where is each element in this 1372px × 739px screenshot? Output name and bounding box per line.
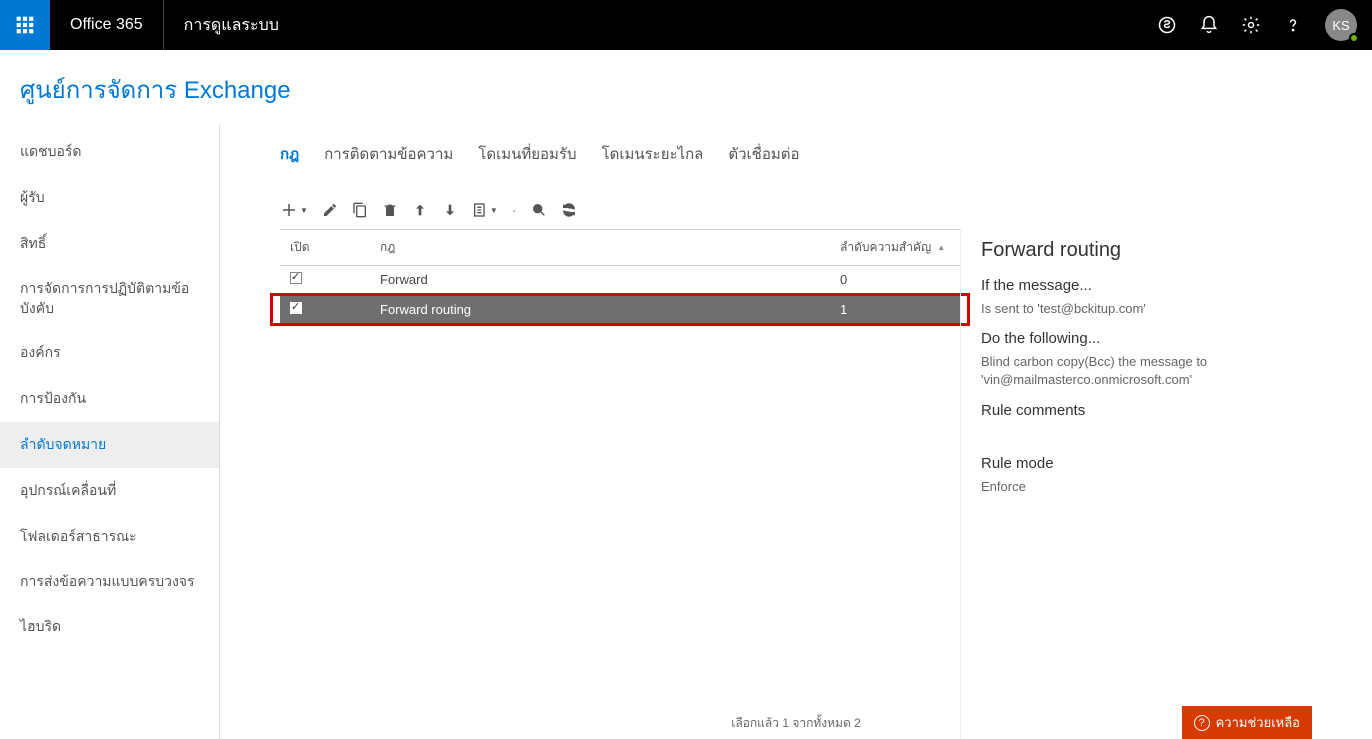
rule-priority-cell: 0 bbox=[830, 266, 960, 293]
waffle-icon bbox=[15, 15, 35, 35]
topbar-actions: KS bbox=[1157, 9, 1372, 41]
move-up-button[interactable] bbox=[412, 202, 428, 218]
highlighted-row-marker: Forward routing1 bbox=[270, 293, 970, 326]
delete-button[interactable] bbox=[382, 202, 398, 218]
sidebar-item-2[interactable]: สิทธิ์ bbox=[0, 221, 219, 267]
column-header-rule[interactable]: กฎ bbox=[370, 230, 830, 265]
details-do-title: Do the following... bbox=[981, 330, 1352, 347]
tab-1[interactable]: การติดตามข้อความ bbox=[324, 142, 453, 166]
sort-ascending-icon: ▲ bbox=[937, 243, 945, 252]
sidebar-item-0[interactable]: แดชบอร์ด bbox=[0, 129, 219, 175]
table-header: เปิด กฎ ลำดับความสำคัญ ▲ bbox=[280, 229, 960, 266]
table-row[interactable]: Forward routing1 bbox=[280, 296, 960, 323]
rules-table: เปิด กฎ ลำดับความสำคัญ ▲ Forward0Forward… bbox=[280, 229, 960, 739]
brand-label[interactable]: Office 365 bbox=[50, 0, 164, 50]
rule-name-cell: Forward routing bbox=[370, 296, 830, 323]
sidebar-item-7[interactable]: อุปกรณ์เคลื่อนที่ bbox=[0, 468, 219, 514]
rule-enabled-checkbox[interactable] bbox=[290, 302, 302, 314]
help-badge-icon: ? bbox=[1194, 715, 1210, 731]
sidebar-item-4[interactable]: องค์กร bbox=[0, 330, 219, 376]
sidebar-item-3[interactable]: การจัดการการปฏิบัติตามข้อบังคับ bbox=[0, 267, 219, 330]
move-down-button[interactable] bbox=[442, 202, 458, 218]
details-if-title: If the message... bbox=[981, 277, 1352, 294]
sidebar-item-6[interactable]: ลำดับจดหมาย bbox=[0, 422, 219, 468]
notifications-icon[interactable] bbox=[1199, 15, 1219, 35]
column-header-priority-label: ลำดับความสำคัญ bbox=[840, 238, 931, 257]
details-mode-body: Enforce bbox=[981, 478, 1352, 496]
refresh-button[interactable] bbox=[561, 202, 577, 218]
rule-enabled-checkbox[interactable] bbox=[290, 272, 302, 284]
presence-indicator bbox=[1349, 33, 1359, 43]
tab-0[interactable]: กฎ bbox=[280, 142, 299, 166]
rule-priority-cell: 1 bbox=[830, 296, 960, 323]
table-row[interactable]: Forward0 bbox=[280, 266, 960, 293]
page-title: ศูนย์การจัดการ Exchange bbox=[0, 50, 1372, 124]
details-comments-title: Rule comments bbox=[981, 402, 1352, 419]
app-launcher-button[interactable] bbox=[0, 0, 50, 50]
details-pane: Forward routing If the message... Is sen… bbox=[960, 229, 1372, 739]
main-content: กฎ การติดตามข้อความ โดเมนที่ยอมรับ โดเมนระย… bbox=[220, 124, 1372, 739]
copy-button[interactable] bbox=[352, 202, 368, 218]
details-mode-title: Rule mode bbox=[981, 455, 1352, 472]
sidebar-item-10[interactable]: ไฮบริด bbox=[0, 604, 219, 650]
export-button[interactable]: ▼ bbox=[472, 202, 498, 218]
add-button[interactable]: ▼ bbox=[280, 201, 308, 219]
sidebar-item-5[interactable]: การป้องกัน bbox=[0, 376, 219, 422]
details-if-body: Is sent to 'test@bckitup.com' bbox=[981, 300, 1352, 318]
rule-name-cell: Forward bbox=[370, 266, 830, 293]
skype-icon[interactable] bbox=[1157, 15, 1177, 35]
help-icon[interactable] bbox=[1283, 15, 1303, 35]
sidebar-item-8[interactable]: โฟลเดอร์สาธารณะ bbox=[0, 514, 219, 560]
details-title: Forward routing bbox=[981, 239, 1352, 262]
search-button[interactable] bbox=[531, 202, 547, 218]
toolbar-separator: · bbox=[512, 202, 517, 218]
tab-4[interactable]: ตัวเชื่อมต่อ bbox=[728, 142, 799, 166]
sidebar-item-1[interactable]: ผู้รับ bbox=[0, 175, 219, 221]
tab-3[interactable]: โดเมนระยะไกล bbox=[602, 142, 704, 166]
tabs: กฎ การติดตามข้อความ โดเมนที่ยอมรับ โดเมนระย… bbox=[220, 134, 1372, 181]
help-button-label: ความช่วยเหลือ bbox=[1216, 712, 1300, 733]
portal-title: การดูแลระบบ bbox=[164, 13, 299, 38]
details-do-body: Blind carbon copy(Bcc) the message to 'v… bbox=[981, 353, 1352, 389]
topbar: Office 365 การดูแลระบบ KS bbox=[0, 0, 1372, 50]
column-header-on[interactable]: เปิด bbox=[280, 230, 370, 265]
edit-button[interactable] bbox=[322, 202, 338, 218]
settings-icon[interactable] bbox=[1241, 15, 1261, 35]
details-comments-body bbox=[981, 425, 1352, 443]
avatar-initials: KS bbox=[1332, 18, 1349, 33]
sidebar: แดชบอร์ดผู้รับสิทธิ์การจัดการการปฏิบัติต… bbox=[0, 124, 220, 739]
column-header-priority[interactable]: ลำดับความสำคัญ ▲ bbox=[830, 230, 960, 265]
tab-2[interactable]: โดเมนที่ยอมรับ bbox=[478, 142, 576, 166]
sidebar-item-9[interactable]: การส่งข้อความแบบครบวงจร bbox=[0, 560, 219, 604]
toolbar: ▼ ▼ · bbox=[220, 181, 1372, 229]
user-avatar[interactable]: KS bbox=[1325, 9, 1357, 41]
help-button[interactable]: ? ความช่วยเหลือ bbox=[1182, 706, 1312, 739]
